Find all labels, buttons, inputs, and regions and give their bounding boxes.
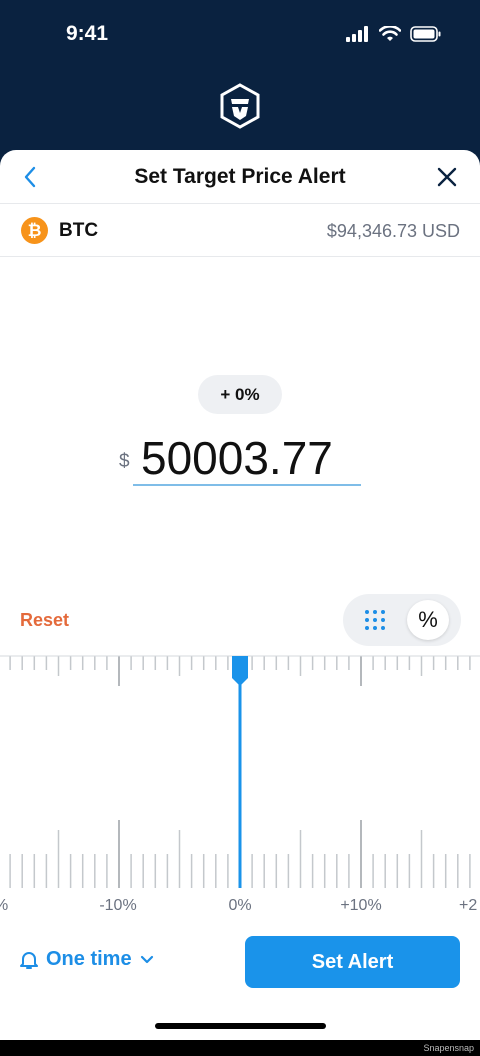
currency-symbol: $ — [119, 451, 130, 472]
asset-symbol: BTC — [59, 220, 99, 241]
frequency-label: One time — [46, 948, 132, 970]
ruler-label-right-edge: +2 — [459, 897, 477, 914]
wifi-icon — [379, 26, 401, 41]
status-icons — [346, 26, 442, 42]
percent-mode-button[interactable]: % — [407, 600, 449, 640]
crypto-lion-shield-icon — [220, 83, 260, 129]
signal-icon — [346, 26, 368, 42]
asset-current-price: $94,346.73 USD — [326, 221, 460, 241]
target-price-input[interactable] — [133, 432, 361, 486]
ruler-label-minus-10: -10% — [99, 897, 136, 914]
ruler-label-zero: 0% — [228, 897, 251, 914]
back-chevron-icon[interactable] — [18, 164, 42, 190]
app-header-bar: 9:41 — [0, 0, 480, 170]
chevron-down-icon — [140, 955, 153, 963]
battery-icon — [410, 26, 441, 42]
ruler-drag-handle[interactable] — [232, 656, 248, 686]
input-mode-toggle[interactable]: % — [343, 594, 461, 646]
bottom-strip — [0, 1040, 480, 1056]
home-indicator — [155, 1023, 326, 1029]
ruler-label-plus-10: +10% — [340, 897, 381, 914]
bitcoin-icon: ₿ — [21, 217, 48, 244]
reset-button[interactable]: Reset — [20, 610, 69, 631]
percent-ruler-slider[interactable]: % -10% 0% +10% +2 — [0, 650, 480, 920]
frequency-selector[interactable]: One time — [20, 948, 154, 971]
ruler-label-left-edge: % — [0, 897, 8, 914]
watermark: Snapensnap — [423, 1043, 474, 1053]
keypad-grid-icon[interactable] — [357, 602, 393, 638]
ruler-tick-labels: % -10% 0% +10% +2 — [0, 897, 477, 914]
asset-row: ₿ BTC $94,346.73 USD — [0, 204, 480, 256]
ruler-indicator-line — [238, 670, 242, 888]
bell-icon — [20, 951, 38, 969]
divider — [0, 256, 480, 257]
close-icon[interactable] — [436, 166, 458, 188]
status-time: 9:41 — [66, 22, 109, 45]
set-alert-button[interactable]: Set Alert — [245, 936, 460, 988]
percent-change-chip: + 0% — [198, 375, 282, 414]
